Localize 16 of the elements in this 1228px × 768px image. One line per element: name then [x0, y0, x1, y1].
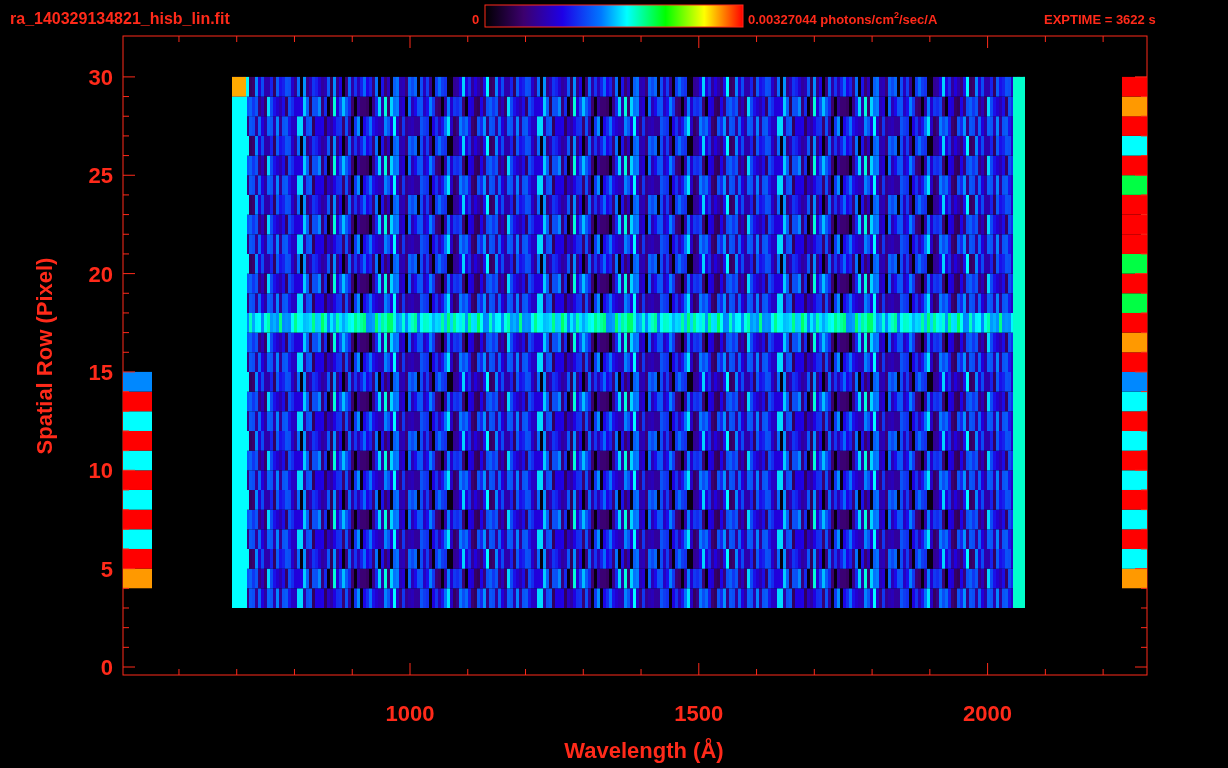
colorbar-max-label: 0.00327044 photons/cm$^{2}$/sec/A	[748, 10, 938, 27]
x-axis-label: Wavelength (Å)	[564, 738, 724, 763]
x-tick-label: 1500	[674, 701, 724, 726]
file-title: ra_140329134821_hisb_lin.fit	[10, 10, 230, 27]
y-tick-label: 10	[88, 458, 113, 484]
x-tick-label: 2000	[963, 701, 1013, 726]
y-tick-label: 25	[88, 163, 113, 189]
y-tick-label: 0	[100, 655, 113, 680]
y-axis-label: Spatial Row (Pixel)	[32, 257, 57, 455]
y-tick-label: 15	[88, 359, 113, 385]
x-tick-label: 1000	[385, 701, 435, 726]
y-tick-label: 5	[100, 556, 113, 582]
y-tick-label: 30	[88, 64, 113, 90]
colorbar-min-label: 0	[472, 12, 480, 27]
exposure-label: EXPTIME = 3622 s	[1044, 12, 1156, 27]
y-tick-label: 20	[88, 261, 113, 287]
